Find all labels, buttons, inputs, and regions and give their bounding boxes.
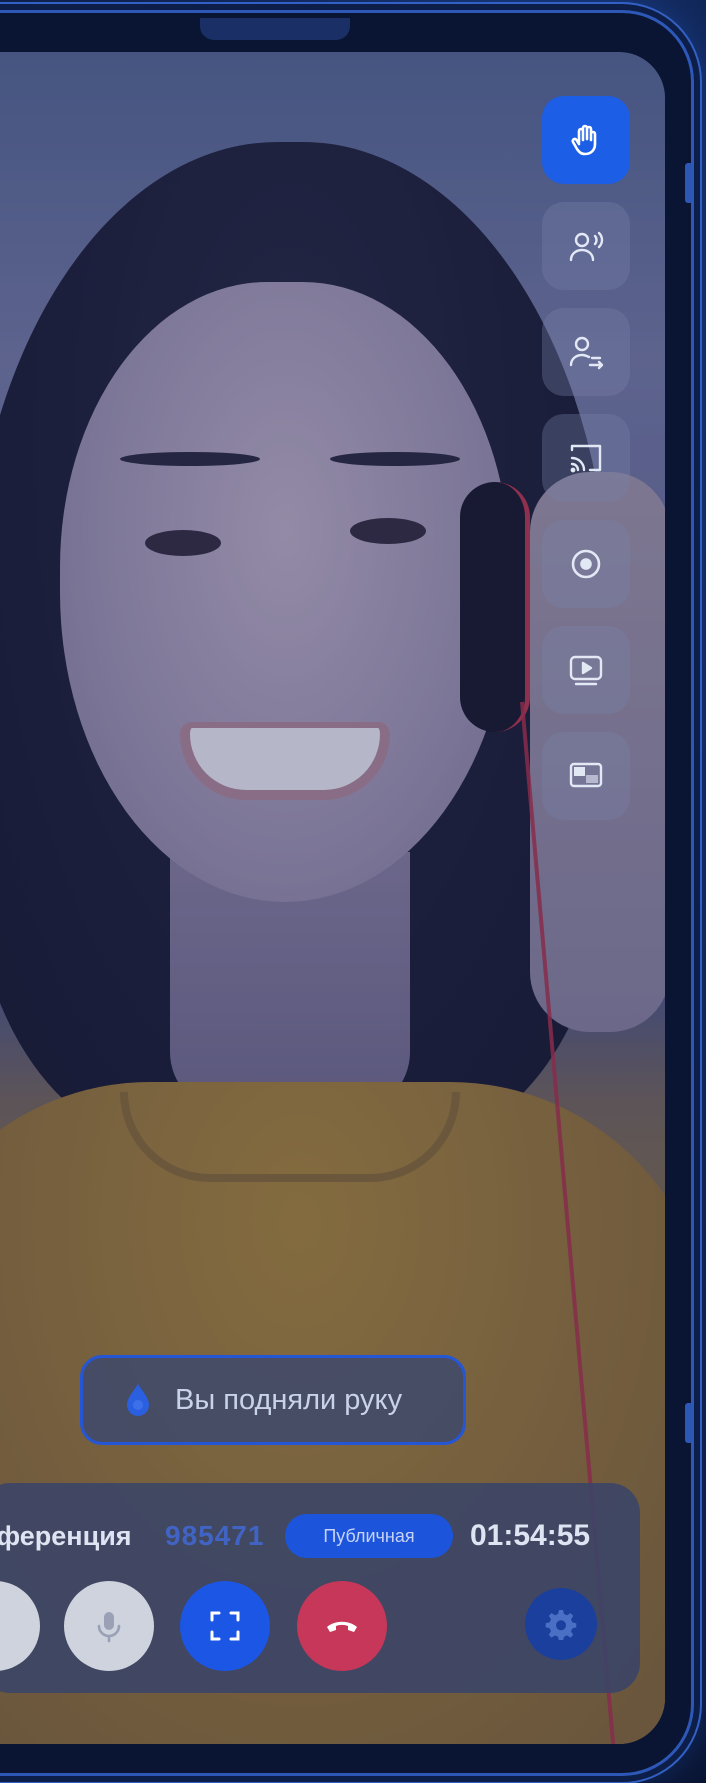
call-info-row: оференция 985471 Публичная 01:54:55 (0, 1513, 640, 1559)
end-call-icon (327, 1621, 357, 1632)
youtube-stream-button[interactable] (542, 626, 630, 714)
youtube-stream-icon (569, 655, 603, 686)
fullscreen-icon (210, 1611, 240, 1641)
raise-hand-icon (571, 124, 597, 156)
user-share-icon (569, 336, 604, 370)
settings-icon (545, 1610, 577, 1640)
record-icon (571, 549, 601, 579)
speaking-user-icon (569, 231, 604, 262)
cast-icon (570, 444, 602, 473)
fullscreen-button[interactable] (180, 1581, 270, 1671)
speaker-icon (0, 1607, 14, 1645)
microphone-button[interactable] (64, 1581, 154, 1671)
speaking-user-button[interactable] (542, 202, 630, 290)
microphone-icon (97, 1612, 121, 1643)
call-timer: 01:54:55 (470, 1519, 591, 1552)
end-call-button[interactable] (297, 1581, 387, 1671)
public-badge: Публичная (285, 1514, 453, 1558)
phone-side-button (685, 1403, 693, 1443)
picture-in-picture-icon (569, 762, 603, 788)
raise-hand-button[interactable] (542, 96, 630, 184)
call-toolbar (542, 96, 630, 820)
page: Вы подняли руку оференция 985471 Публичн… (0, 0, 706, 1783)
speaker-button[interactable] (0, 1581, 40, 1671)
record-button[interactable] (542, 520, 630, 608)
picture-in-picture-button[interactable] (542, 732, 630, 820)
settings-button[interactable] (525, 1588, 597, 1660)
hand-drop-icon (127, 1384, 149, 1416)
user-share-button[interactable] (542, 308, 630, 396)
phone-notch (200, 18, 350, 40)
conference-id[interactable]: 985471 (165, 1520, 264, 1552)
conference-label: оференция (0, 1520, 132, 1551)
raised-hand-toast: Вы подняли руку (80, 1355, 466, 1445)
phone-side-button (685, 163, 693, 203)
call-control-panel: оференция 985471 Публичная 01:54:55 (0, 1483, 640, 1693)
toast-text: Вы подняли руку (175, 1383, 403, 1416)
cast-button[interactable] (542, 414, 630, 502)
